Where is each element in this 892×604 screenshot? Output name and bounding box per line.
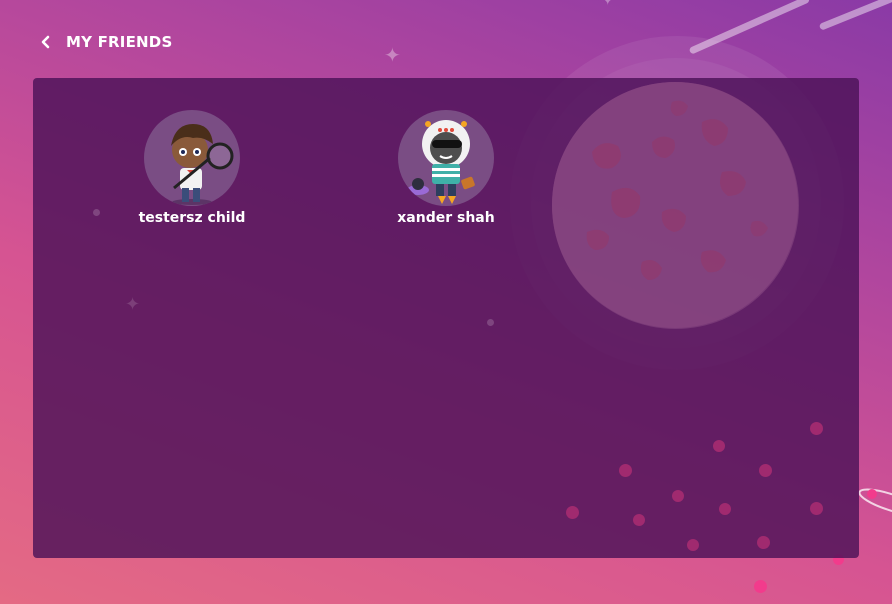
shooting-star bbox=[818, 0, 892, 31]
pink-dot bbox=[566, 506, 579, 519]
friend-card[interactable]: xander shah bbox=[371, 110, 521, 226]
pink-dot bbox=[757, 536, 770, 549]
pink-dot bbox=[759, 464, 772, 477]
chevron-left-icon[interactable] bbox=[38, 34, 54, 50]
sparkle-icon: ✦ bbox=[125, 294, 141, 315]
explorer-avatar-icon[interactable] bbox=[144, 110, 240, 206]
sparkle-icon: ✦ bbox=[601, 0, 614, 8]
pink-dot bbox=[687, 539, 699, 551]
friend-name: xander shah bbox=[397, 210, 495, 226]
back-navigation[interactable]: MY FRIENDS bbox=[38, 31, 172, 53]
astronaut-avatar-icon[interactable] bbox=[398, 110, 494, 206]
star-dot bbox=[487, 319, 494, 326]
pink-dot bbox=[672, 490, 684, 502]
star-dot bbox=[93, 209, 100, 216]
pink-dot bbox=[810, 502, 823, 515]
pink-dot bbox=[713, 440, 725, 452]
friend-name: testersz child bbox=[138, 210, 246, 226]
planet-dot bbox=[754, 580, 767, 593]
moon-illustration bbox=[552, 82, 799, 329]
pink-dot bbox=[810, 422, 823, 435]
pink-dot bbox=[633, 514, 645, 526]
shooting-star bbox=[688, 0, 811, 55]
sparkle-icon: ✦ bbox=[384, 43, 401, 67]
page-title: MY FRIENDS bbox=[66, 33, 173, 51]
friends-panel: ✦ testersz child xander shah bbox=[33, 78, 859, 558]
friend-card[interactable]: testersz child bbox=[117, 110, 267, 226]
pink-dot bbox=[619, 464, 632, 477]
pink-dot bbox=[719, 503, 731, 515]
